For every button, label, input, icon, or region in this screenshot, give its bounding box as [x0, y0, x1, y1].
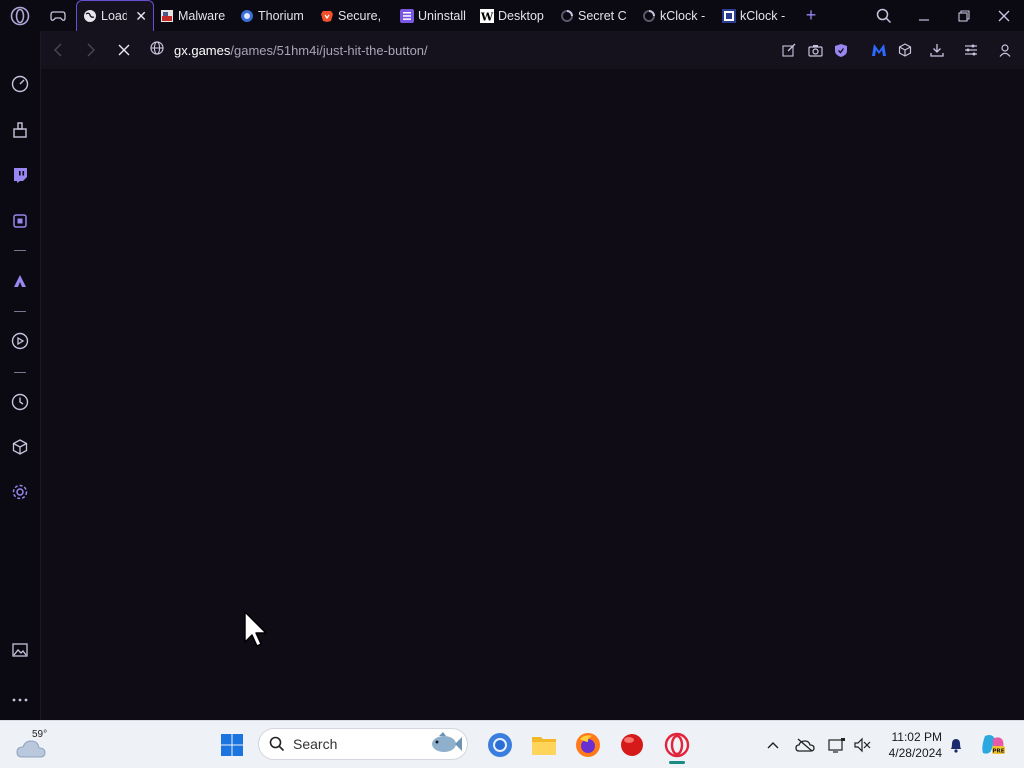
vpn-shield-icon[interactable]	[828, 31, 854, 69]
close-window-button[interactable]	[984, 0, 1024, 31]
gamepad-icon[interactable]	[40, 0, 76, 31]
tab-label: Secure,	[338, 8, 382, 23]
extensions-cube-icon[interactable]	[0, 434, 40, 460]
profile-icon[interactable]	[992, 31, 1018, 69]
wallpaper-icon[interactable]	[0, 637, 40, 663]
url-field[interactable]: gx.games/games/51hm4i/just-hit-the-butto…	[150, 31, 428, 69]
svg-text:PRE: PRE	[992, 749, 1004, 755]
list-icon	[400, 8, 414, 23]
tab-secret[interactable]: Secret C	[554, 0, 636, 31]
file-explorer-icon[interactable]	[528, 729, 560, 761]
extensions-icon[interactable]	[892, 31, 918, 69]
tab-uninstall[interactable]: Uninstall	[394, 0, 474, 31]
settings-gear-icon[interactable]	[0, 479, 40, 505]
tab-label: Thorium	[258, 8, 304, 23]
thorium-icon	[240, 9, 254, 23]
brave-icon	[320, 9, 334, 23]
weather-widget[interactable]: 59°	[16, 729, 56, 761]
snapshot-camera-icon[interactable]	[802, 31, 828, 69]
copilot-icon[interactable]: PRE	[978, 729, 1008, 761]
red-orb-app-icon[interactable]	[616, 729, 648, 761]
easy-setup-icon[interactable]	[958, 31, 984, 69]
gx-control-icon[interactable]	[0, 71, 40, 97]
restore-button[interactable]	[944, 0, 984, 31]
gx-cleaner-icon[interactable]	[0, 117, 40, 143]
tab-desktop[interactable]: W Desktop	[474, 0, 554, 31]
tab-loading[interactable]: Load ✕	[76, 0, 154, 31]
clock[interactable]: 11:02 PM 4/28/2024	[889, 729, 942, 761]
malware-site-icon	[160, 9, 174, 23]
edit-icon[interactable]	[776, 31, 802, 69]
active-app-indicator	[669, 761, 685, 764]
start-button[interactable]	[216, 729, 248, 761]
minimize-button[interactable]	[904, 0, 944, 31]
w-icon: W	[480, 8, 494, 23]
tab-label: Malware	[178, 8, 226, 23]
weather-temp: 59°	[32, 729, 48, 740]
tab-secure[interactable]: Secure,	[314, 0, 394, 31]
malwarebytes-icon[interactable]	[866, 31, 892, 69]
more-icon[interactable]	[0, 687, 40, 713]
svg-text:W: W	[480, 10, 494, 23]
tab-label: Desktop	[498, 8, 544, 23]
volume-muted-icon[interactable]	[850, 729, 874, 761]
network-icon[interactable]	[825, 729, 849, 761]
tab-thorium[interactable]: Thorium	[234, 0, 314, 31]
cloud-icon	[16, 740, 46, 758]
search-label: Search	[293, 736, 338, 752]
tab-label: Secret C	[578, 8, 627, 23]
tab-kclock-2[interactable]: kClock -	[716, 0, 796, 31]
tab-kclock-1[interactable]: kClock -	[636, 0, 716, 31]
download-icon[interactable]	[924, 31, 950, 69]
taskbar: 59° 11:02 PM 4/28/2024 PRE	[0, 720, 1024, 768]
search-highlight-fish-icon	[427, 731, 463, 757]
url-host: gx.games	[174, 42, 231, 58]
new-tab-button[interactable]: +	[796, 0, 826, 31]
toolbar-icons	[776, 31, 1024, 69]
tab-malware[interactable]: Malware	[154, 0, 234, 31]
twitch-icon[interactable]	[0, 162, 40, 188]
show-hidden-icons-chevron-icon[interactable]	[762, 729, 784, 761]
aria-icon[interactable]	[0, 268, 40, 294]
tab-label: Load	[101, 9, 128, 23]
stop-loading-button[interactable]	[107, 31, 140, 69]
forward-button[interactable]	[74, 31, 107, 69]
sidebar	[0, 31, 41, 720]
sidebar-separator	[14, 311, 26, 312]
tab-label: kClock -	[660, 8, 706, 23]
player-icon[interactable]	[0, 328, 40, 354]
taskbar-search[interactable]: Search	[258, 728, 468, 760]
gx-corner-icon[interactable]	[0, 208, 40, 234]
sidebar-separator	[14, 372, 26, 373]
tab-label: kClock -	[740, 8, 786, 23]
tab-strip: Load ✕ Malware Thorium Secure, Uninstall…	[0, 0, 1024, 31]
loading-icon	[560, 9, 574, 23]
notification-bell-icon[interactable]	[945, 729, 967, 761]
close-tab-icon[interactable]: ✕	[135, 8, 147, 25]
site-info-icon[interactable]	[150, 40, 164, 60]
tab-label: Uninstall	[418, 8, 466, 23]
chrome-taskbar-icon[interactable]	[484, 729, 516, 761]
back-button[interactable]	[41, 31, 74, 69]
url-path: /games/51hm4i/just-hit-the-button/	[230, 42, 428, 58]
history-icon[interactable]	[0, 389, 40, 415]
sidebar-separator	[14, 250, 26, 251]
page-viewport[interactable]	[41, 69, 1024, 720]
window-controls	[864, 0, 1024, 31]
loading-icon	[642, 9, 656, 23]
opera-gx-menu-icon[interactable]	[0, 0, 40, 31]
search-tabs-icon[interactable]	[864, 0, 904, 31]
address-bar: gx.games/games/51hm4i/just-hit-the-butto…	[41, 31, 1024, 69]
globe-icon	[83, 9, 97, 23]
mouse-cursor-icon	[244, 611, 268, 654]
opera-gx-taskbar-icon[interactable]	[661, 729, 693, 761]
search-icon	[269, 736, 285, 752]
kclock-icon	[722, 8, 736, 23]
onedrive-offline-icon[interactable]	[793, 729, 817, 761]
clock-time: 11:02 PM	[891, 730, 942, 744]
firefox-icon[interactable]	[572, 729, 604, 761]
clock-date: 4/28/2024	[888, 746, 942, 760]
